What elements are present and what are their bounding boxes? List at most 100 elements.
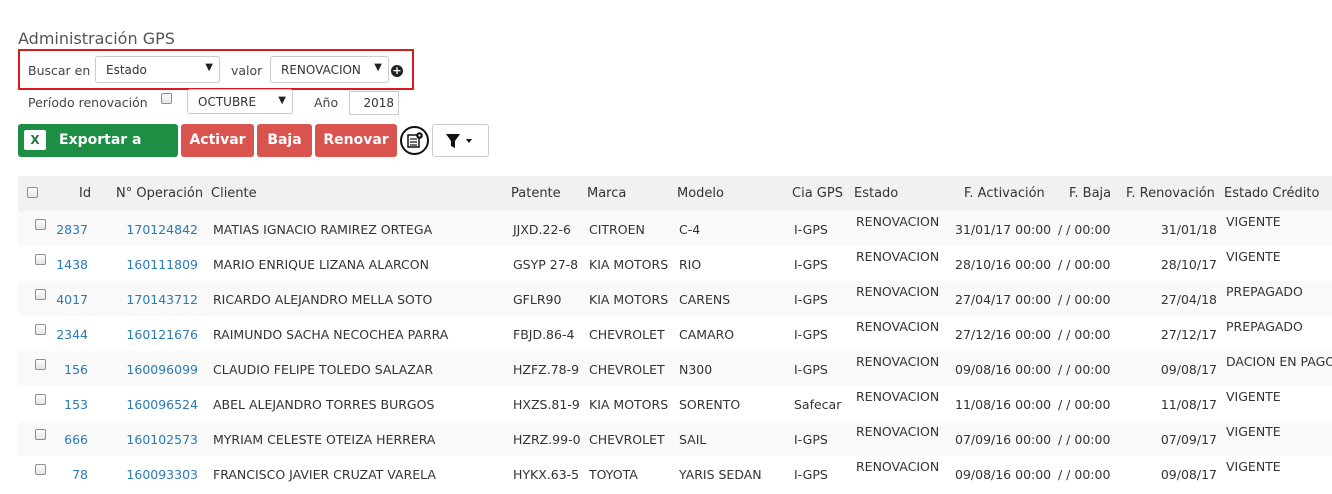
cell-id[interactable]: 2344 [30, 327, 88, 342]
cell-id[interactable]: 666 [30, 432, 88, 447]
cell-operacion[interactable]: 170143712 [118, 292, 198, 307]
cell-fecha-activacion: 11/08/16 00:00 [955, 397, 1052, 412]
cell-operacion[interactable]: 160096524 [118, 397, 198, 412]
header-id[interactable]: Id [79, 186, 91, 201]
cell-estado-credito: VIGENTE [1226, 389, 1281, 404]
cell-fecha-baja: / / 00:00 [1058, 467, 1111, 482]
cell-cia-gps: I-GPS [794, 467, 828, 482]
cell-fecha-activacion: 28/10/16 00:00 [955, 257, 1052, 272]
deactivate-button[interactable]: Baja [257, 124, 312, 157]
header-operacion[interactable]: N° Operación [116, 186, 203, 201]
cell-fecha-activacion: 27/12/16 00:00 [955, 327, 1052, 342]
cell-id[interactable]: 4017 [30, 292, 88, 307]
header-fecha-baja[interactable]: F. Baja [1069, 186, 1111, 201]
cell-fecha-activacion: 31/01/17 00:00 [955, 222, 1052, 237]
renew-button[interactable]: Renovar [315, 124, 397, 157]
cell-cia-gps: I-GPS [794, 257, 828, 272]
chevron-down-icon: ▼ [374, 62, 382, 73]
cell-operacion[interactable]: 170124842 [118, 222, 198, 237]
header-cliente[interactable]: Cliente [211, 186, 257, 201]
cell-fecha-renovacion: 09/08/17 [1160, 467, 1217, 482]
header-estado-credito[interactable]: Estado Crédito [1224, 186, 1319, 201]
cell-id[interactable]: 156 [30, 362, 88, 377]
cell-marca: CHEVROLET [589, 327, 665, 342]
cell-estado: RENOVACION [856, 214, 940, 229]
cell-patente: HYKX.63-5 [513, 467, 580, 482]
cell-id[interactable]: 2837 [30, 222, 88, 237]
header-fecha-renovacion[interactable]: F. Renovación [1126, 186, 1215, 201]
cell-fecha-renovacion: 28/10/17 [1160, 257, 1217, 272]
cell-modelo: RIO [679, 257, 702, 272]
header-modelo[interactable]: Modelo [677, 186, 724, 201]
cell-cliente: CLAUDIO FELIPE TOLEDO SALAZAR [213, 362, 434, 377]
cell-cliente: MYRIAM CELESTE OTEIZA HERRERA [213, 432, 436, 447]
cell-patente: HZFZ.78-9 [513, 362, 580, 377]
cell-marca: CITROEN [589, 222, 645, 237]
cell-fecha-activacion: 07/09/16 00:00 [955, 432, 1052, 447]
cell-estado: RENOVACION [856, 354, 940, 369]
cell-estado-credito: VIGENTE [1226, 459, 1281, 474]
cell-operacion[interactable]: 160093303 [118, 467, 198, 482]
cell-id[interactable]: 78 [30, 467, 88, 482]
export-excel-button[interactable]: X Exportar a Excel [18, 124, 178, 181]
cell-modelo: SORENTO [679, 397, 741, 412]
cell-modelo: C-4 [679, 222, 701, 237]
cell-estado: RENOVACION [856, 459, 940, 474]
renewal-period-checkbox[interactable] [161, 93, 172, 104]
year-label: Año [314, 95, 339, 110]
header-marca[interactable]: Marca [587, 186, 626, 201]
header-estado[interactable]: Estado [854, 186, 898, 201]
cell-patente: JJXD.22-6 [513, 222, 571, 237]
cell-fecha-renovacion: 09/08/17 [1160, 362, 1217, 377]
cell-fecha-renovacion: 31/01/18 [1160, 222, 1217, 237]
cell-marca: KIA MOTORS [589, 397, 669, 412]
cell-fecha-baja: / / 00:00 [1058, 222, 1111, 237]
cell-estado-credito: VIGENTE [1226, 214, 1281, 229]
cell-marca: KIA MOTORS [589, 257, 669, 272]
cell-patente: HXZS.81-9 [513, 397, 580, 412]
cell-cia-gps: I-GPS [794, 432, 828, 447]
cell-cliente: RAIMUNDO SACHA NECOCHEA PARRA [213, 327, 449, 342]
cell-fecha-baja: / / 00:00 [1058, 397, 1111, 412]
cell-estado-credito: PREPAGADO [1226, 284, 1303, 299]
excel-icon: X [24, 130, 46, 150]
cell-fecha-baja: / / 00:00 [1058, 257, 1111, 272]
cell-fecha-baja: / / 00:00 [1058, 292, 1111, 307]
search-field-value: Estado [106, 63, 147, 77]
cell-cliente: ABEL ALEJANDRO TORRES BURGOS [213, 397, 435, 412]
cell-estado: RENOVACION [856, 389, 940, 404]
value-label: valor [231, 63, 263, 78]
year-input[interactable]: 2018 [349, 91, 399, 115]
cell-id[interactable]: 153 [30, 397, 88, 412]
cell-operacion[interactable]: 160102573 [118, 432, 198, 447]
cell-fecha-baja: / / 00:00 [1058, 327, 1111, 342]
add-filter-icon[interactable]: + [391, 65, 403, 77]
cell-fecha-renovacion: 27/12/17 [1160, 327, 1217, 342]
cell-id[interactable]: 1438 [30, 257, 88, 272]
cell-modelo: SAIL [679, 432, 707, 447]
cell-cia-gps: Safecar [794, 397, 842, 412]
cell-cia-gps: I-GPS [794, 292, 828, 307]
cell-operacion[interactable]: 160096099 [118, 362, 198, 377]
month-select[interactable]: OCTUBRE ▼ [187, 89, 293, 114]
cell-modelo: CARENS [679, 292, 731, 307]
month-value: OCTUBRE [198, 95, 257, 109]
header-cia-gps[interactable]: Cia GPS [792, 186, 843, 201]
cell-operacion[interactable]: 160121676 [118, 327, 198, 342]
search-value-select[interactable]: RENOVACION ▼ [270, 56, 389, 83]
select-all-checkbox[interactable] [27, 187, 38, 198]
cell-estado: RENOVACION [856, 249, 940, 264]
filter-dropdown-button[interactable] [432, 124, 489, 157]
cell-modelo: CAMARO [679, 327, 735, 342]
cell-estado: RENOVACION [856, 424, 940, 439]
header-patente[interactable]: Patente [511, 186, 561, 201]
column-settings-icon[interactable] [400, 126, 429, 155]
cell-marca: CHEVROLET [589, 362, 665, 377]
activate-button[interactable]: Activar [181, 124, 254, 157]
cell-fecha-renovacion: 07/09/17 [1160, 432, 1217, 447]
header-fecha-activacion[interactable]: F. Activación [964, 186, 1045, 201]
cell-operacion[interactable]: 160111809 [118, 257, 198, 272]
filter-icon [446, 134, 472, 148]
cell-estado-credito: VIGENTE [1226, 249, 1281, 264]
search-field-select[interactable]: Estado ▼ [95, 56, 220, 83]
